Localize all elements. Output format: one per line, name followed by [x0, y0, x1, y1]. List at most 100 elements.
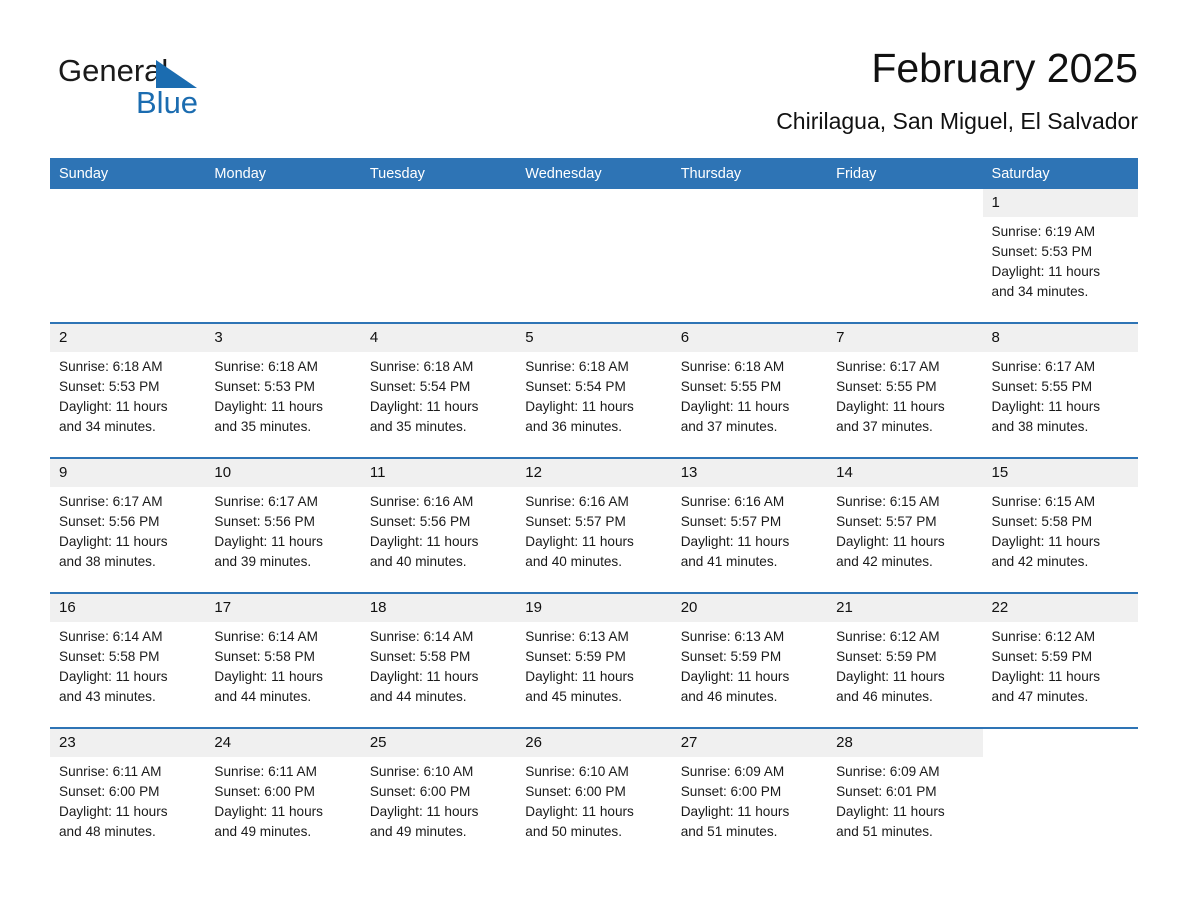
- calendar-cell: 14 Sunrise: 6:15 AM Sunset: 5:57 PM Dayligh…: [827, 457, 983, 593]
- day-number: 9: [50, 459, 206, 487]
- calendar-day[interactable]: 3 Sunrise: 6:18 AM Sunset: 5:53 PM Daylight…: [205, 324, 361, 457]
- daylight-text: and 46 minutes.: [680, 689, 778, 704]
- day-details: Sunrise: 6:19 AM Sunset: 5:53 PM Daylight:…: [983, 217, 1138, 302]
- daylight-text: Daylight: 11 hours: [369, 669, 479, 684]
- calendar-cell: 5 Sunrise: 6:18 AM Sunset: 5:54 PM Daylight…: [516, 322, 672, 458]
- calendar-day[interactable]: 28 Sunrise: 6:09 AM Sunset: 6:01 PM Dayligh…: [827, 729, 983, 862]
- day-number: 21: [827, 594, 983, 622]
- daylight-text: and 40 minutes.: [525, 554, 622, 569]
- calendar-day[interactable]: 11 Sunrise: 6:16 AM Sunset: 5:56 PM Dayligh…: [360, 459, 517, 592]
- sunset-text: Sunset: 5:58 PM: [214, 649, 315, 664]
- daylight-text: Daylight: 11 hours: [214, 804, 323, 819]
- calendar-day[interactable]: 23 Sunrise: 6:11 AM Sunset: 6:00 PM Dayligh…: [50, 729, 206, 862]
- day-number: 5: [516, 324, 672, 352]
- calendar-cell: 26 Sunrise: 6:10 AM Sunset: 6:00 PM Dayligh…: [516, 727, 672, 862]
- daylight-text: and 35 minutes.: [214, 419, 312, 434]
- sunset-text: Sunset: 6:00 PM: [59, 784, 160, 799]
- day-number: 8: [982, 324, 1138, 352]
- calendar-day[interactable]: 21 Sunrise: 6:12 AM Sunset: 5:59 PM Dayligh…: [827, 594, 983, 727]
- sunset-text: Sunset: 6:00 PM: [680, 784, 782, 799]
- calendar-week-row: 9 Sunrise: 6:17 AM Sunset: 5:56 PM Daylight…: [50, 457, 1138, 593]
- calendar-day[interactable]: 19 Sunrise: 6:13 AM Sunset: 5:59 PM Dayligh…: [516, 594, 672, 727]
- daylight-text: Daylight: 11 hours: [369, 534, 479, 549]
- sunset-text: Sunset: 5:56 PM: [369, 514, 471, 529]
- calendar-day[interactable]: 18 Sunrise: 6:14 AM Sunset: 5:58 PM Dayligh…: [360, 594, 517, 727]
- sunset-text: Sunset: 6:01 PM: [836, 784, 937, 799]
- title-block: February 2025 Chirilagua, San Miguel, El…: [438, 44, 1138, 136]
- day-details: Sunrise: 6:16 AM Sunset: 5:56 PM Daylight:…: [361, 487, 516, 572]
- day-details: Sunrise: 6:12 AM Sunset: 5:59 PM Daylight:…: [983, 622, 1138, 707]
- calendar-day[interactable]: 14 Sunrise: 6:15 AM Sunset: 5:57 PM Dayligh…: [827, 459, 983, 592]
- calendar-day[interactable]: 10 Sunrise: 6:17 AM Sunset: 5:56 PM Dayligh…: [205, 459, 361, 592]
- calendar-day[interactable]: 15 Sunrise: 6:15 AM Sunset: 5:58 PM Dayligh…: [982, 459, 1138, 592]
- calendar-cell: 3 Sunrise: 6:18 AM Sunset: 5:53 PM Daylight…: [205, 322, 361, 458]
- calendar-day[interactable]: 5 Sunrise: 6:18 AM Sunset: 5:54 PM Daylight…: [516, 324, 672, 457]
- daylight-text: Daylight: 11 hours: [214, 669, 323, 684]
- day-details: Sunrise: 6:13 AM Sunset: 5:59 PM Daylight:…: [516, 622, 671, 707]
- sunrise-text: Sunrise: 6:13 AM: [680, 629, 785, 644]
- general-blue-logo[interactable]: General Blue: [58, 54, 318, 128]
- day-number: [983, 729, 1138, 757]
- day-details: Sunrise: 6:17 AM Sunset: 5:55 PM Daylight:…: [983, 352, 1138, 437]
- sunset-text: Sunset: 6:00 PM: [214, 784, 315, 799]
- sunrise-text: Sunrise: 6:18 AM: [369, 359, 474, 374]
- day-details: Sunrise: 6:16 AM Sunset: 5:57 PM Daylight:…: [672, 487, 827, 572]
- calendar-day[interactable]: 24 Sunrise: 6:11 AM Sunset: 6:00 PM Dayligh…: [205, 729, 361, 862]
- calendar-day[interactable]: 9 Sunrise: 6:17 AM Sunset: 5:56 PM Daylight…: [50, 459, 206, 592]
- calendar-day[interactable]: 12 Sunrise: 6:16 AM Sunset: 5:57 PM Dayligh…: [516, 459, 672, 592]
- sunset-text: Sunset: 5:53 PM: [59, 379, 160, 394]
- calendar-day-empty: [205, 189, 361, 322]
- calendar-day[interactable]: 7 Sunrise: 6:17 AM Sunset: 5:55 PM Daylight…: [827, 324, 983, 457]
- calendar-day[interactable]: 25 Sunrise: 6:10 AM Sunset: 6:00 PM Dayligh…: [360, 729, 517, 862]
- day-details: Sunrise: 6:12 AM Sunset: 5:59 PM Daylight:…: [827, 622, 982, 707]
- calendar-day[interactable]: 2 Sunrise: 6:18 AM Sunset: 5:53 PM Daylight…: [50, 324, 206, 457]
- sunset-text: Sunset: 5:53 PM: [991, 244, 1093, 259]
- calendar-day[interactable]: 20 Sunrise: 6:13 AM Sunset: 5:59 PM Dayligh…: [671, 594, 828, 727]
- calendar-day[interactable]: 27 Sunrise: 6:09 AM Sunset: 6:00 PM Dayligh…: [671, 729, 828, 862]
- calendar-day[interactable]: 13 Sunrise: 6:16 AM Sunset: 5:57 PM Dayligh…: [671, 459, 828, 592]
- daylight-text: Daylight: 11 hours: [680, 804, 790, 819]
- calendar-day-empty: [516, 189, 672, 322]
- calendar-week-row: 23 Sunrise: 6:11 AM Sunset: 6:00 PM Dayligh…: [50, 727, 1138, 862]
- calendar-day[interactable]: 26 Sunrise: 6:10 AM Sunset: 6:00 PM Dayligh…: [516, 729, 672, 862]
- calendar-day[interactable]: 4 Sunrise: 6:18 AM Sunset: 5:54 PM Daylight…: [360, 324, 517, 457]
- calendar-cell: 17 Sunrise: 6:14 AM Sunset: 5:58 PM Dayligh…: [205, 592, 361, 728]
- day-number: 25: [360, 729, 517, 757]
- logo-text-blue: Blue: [136, 85, 199, 120]
- day-number: 24: [205, 729, 361, 757]
- calendar-day[interactable]: 1 Sunrise: 6:19 AM Sunset: 5:53 PM Daylight…: [982, 189, 1138, 322]
- sunrise-text: Sunrise: 6:12 AM: [991, 629, 1096, 644]
- day-details: Sunrise: 6:11 AM Sunset: 6:00 PM Daylight:…: [205, 757, 360, 842]
- calendar-day[interactable]: 17 Sunrise: 6:14 AM Sunset: 5:58 PM Dayligh…: [205, 594, 361, 727]
- day-details: Sunrise: 6:15 AM Sunset: 5:57 PM Daylight:…: [827, 487, 982, 572]
- column-header-friday: Friday: [827, 158, 983, 189]
- daylight-text: and 50 minutes.: [525, 824, 622, 839]
- day-number: 1: [982, 189, 1138, 217]
- day-details: Sunrise: 6:18 AM Sunset: 5:55 PM Daylight:…: [672, 352, 827, 437]
- day-details: Sunrise: 6:09 AM Sunset: 6:00 PM Daylight:…: [672, 757, 827, 842]
- day-details: Sunrise: 6:17 AM Sunset: 5:56 PM Daylight:…: [205, 487, 360, 572]
- calendar-page: General Blue February 2025 Chirilagua, S…: [0, 0, 1188, 918]
- day-number: 11: [360, 459, 517, 487]
- sunrise-text: Sunrise: 6:16 AM: [680, 494, 785, 509]
- logo-text-general: General: [58, 53, 169, 88]
- calendar-day[interactable]: 6 Sunrise: 6:18 AM Sunset: 5:55 PM Daylight…: [671, 324, 828, 457]
- calendar-cell: 16 Sunrise: 6:14 AM Sunset: 5:58 PM Dayligh…: [50, 592, 206, 728]
- sunrise-text: Sunrise: 6:10 AM: [369, 764, 474, 779]
- calendar-day[interactable]: 22 Sunrise: 6:12 AM Sunset: 5:59 PM Dayligh…: [982, 594, 1138, 727]
- day-number: 2: [50, 324, 206, 352]
- day-number: 18: [360, 594, 517, 622]
- day-number: [361, 189, 516, 217]
- calendar-day[interactable]: 8 Sunrise: 6:17 AM Sunset: 5:55 PM Daylight…: [982, 324, 1138, 457]
- calendar-cell: 20 Sunrise: 6:13 AM Sunset: 5:59 PM Dayligh…: [671, 592, 828, 728]
- daylight-text: and 43 minutes.: [59, 689, 156, 704]
- sunrise-text: Sunrise: 6:18 AM: [214, 359, 318, 374]
- daylight-text: and 49 minutes.: [214, 824, 312, 839]
- sunset-text: Sunset: 5:58 PM: [369, 649, 471, 664]
- calendar-day[interactable]: 16 Sunrise: 6:14 AM Sunset: 5:58 PM Dayligh…: [50, 594, 206, 727]
- sunrise-text: Sunrise: 6:15 AM: [836, 494, 940, 509]
- daylight-text: and 44 minutes.: [369, 689, 467, 704]
- calendar-cell: 27 Sunrise: 6:09 AM Sunset: 6:00 PM Dayligh…: [671, 727, 828, 862]
- daylight-text: Daylight: 11 hours: [836, 669, 945, 684]
- calendar-cell: 19 Sunrise: 6:13 AM Sunset: 5:59 PM Dayligh…: [516, 592, 672, 728]
